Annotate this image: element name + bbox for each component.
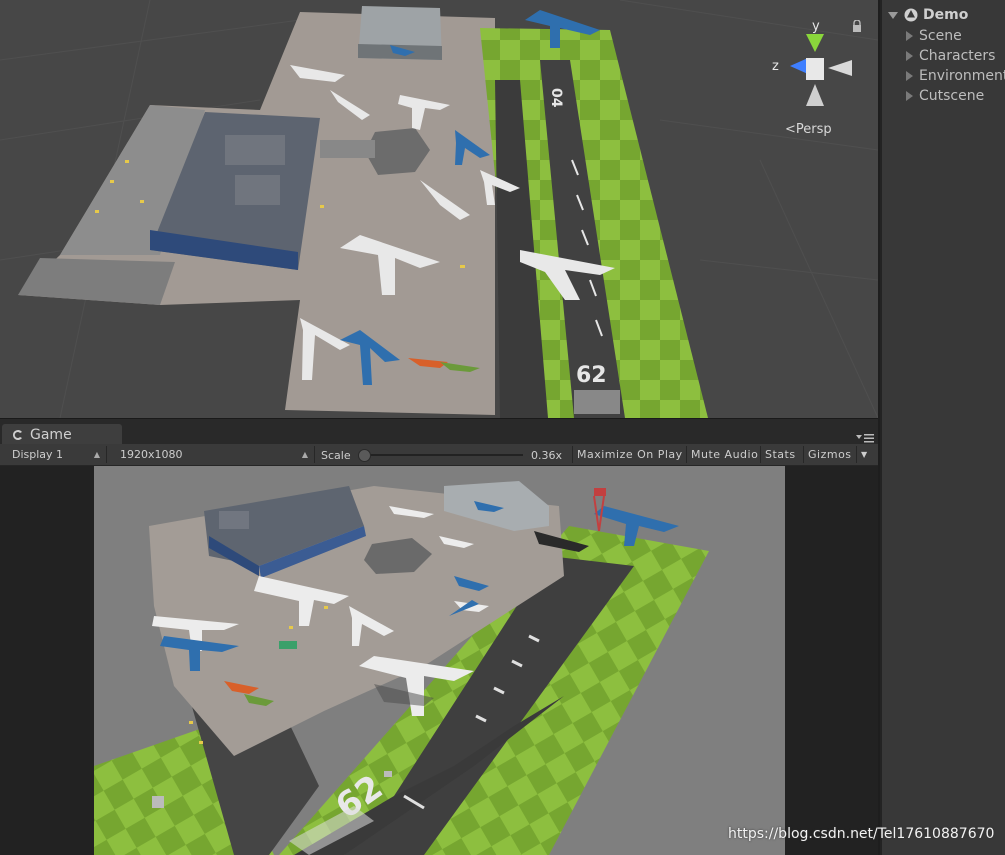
gizmos-dropdown-arrow-icon[interactable]: ▼︎: [856, 446, 872, 463]
stats-button[interactable]: Stats: [760, 446, 800, 463]
hierarchy-item-characters[interactable]: Characters: [906, 47, 995, 65]
expand-arrow-icon[interactable]: [906, 31, 913, 41]
gizmos-button[interactable]: Gizmos: [803, 446, 856, 463]
resolution-dropdown-value: 1920x1080: [120, 448, 183, 461]
hierarchy-root-label: Demo: [923, 7, 969, 23]
unity-icon: [904, 8, 918, 22]
game-toolbar: Display 1 ▲︎ 1920x1080 ▲︎ Scale 0.36x Ma…: [0, 444, 878, 466]
tab-game[interactable]: Game: [2, 424, 122, 445]
gizmos-label: Gizmos: [808, 448, 852, 461]
scale-slider-handle[interactable]: [358, 449, 371, 462]
watermark: https://blog.csdn.net/Tel17610887670: [728, 826, 995, 842]
mute-audio-button[interactable]: Mute Audio: [686, 446, 762, 463]
scene-runway-number-bottom: 62: [576, 363, 607, 388]
scale-slider-track[interactable]: [363, 454, 523, 456]
scene-runway-number-top: 04: [548, 88, 564, 108]
maximize-on-play-label: Maximize On Play: [577, 448, 683, 461]
hierarchy-item-label: Environment: [919, 68, 1005, 84]
lock-icon[interactable]: [852, 20, 862, 32]
axis-label-y: y: [812, 19, 820, 34]
display-dropdown-value: Display 1: [12, 448, 64, 461]
scene-view[interactable]: 04 62 y z <Persp: [0, 0, 878, 418]
dropdown-arrow-icon: ▲︎: [301, 450, 308, 459]
game-tabbar: Game: [0, 418, 878, 445]
hierarchy-root-demo[interactable]: Demo: [888, 6, 968, 24]
tab-game-label: Game: [30, 426, 72, 443]
display-dropdown[interactable]: Display 1 ▲︎: [6, 446, 107, 463]
axis-label-z: z: [772, 59, 779, 74]
dropdown-arrow-icon: ▲︎: [93, 450, 100, 459]
collapse-arrow-icon[interactable]: [888, 11, 898, 19]
expand-arrow-icon[interactable]: [906, 51, 913, 61]
expand-arrow-icon[interactable]: [906, 71, 913, 81]
expand-arrow-icon[interactable]: [906, 91, 913, 101]
scale-label: Scale: [321, 449, 351, 462]
stats-label: Stats: [765, 448, 796, 461]
hierarchy-item-cutscene[interactable]: Cutscene: [906, 87, 984, 105]
mute-audio-label: Mute Audio: [691, 448, 759, 461]
hierarchy-item-label: Cutscene: [919, 88, 985, 104]
hierarchy-item-label: Scene: [919, 28, 962, 44]
game-icon: [13, 429, 22, 440]
hierarchy-item-scene[interactable]: Scene: [906, 27, 962, 45]
resolution-dropdown[interactable]: 1920x1080 ▲︎: [114, 446, 315, 463]
hierarchy-item-label: Characters: [919, 48, 996, 64]
game-airport-render: 62: [94, 466, 785, 855]
projection-label: Persp: [795, 122, 832, 137]
panel-menu-icon[interactable]: [856, 432, 874, 444]
hierarchy-panel: Demo Scene Characters Environment Cutsce…: [880, 0, 1005, 855]
scale-value: 0.36x: [531, 449, 563, 462]
scene-airport-render: 04 62: [0, 0, 878, 418]
projection-toggle[interactable]: <Persp: [785, 122, 832, 137]
game-view[interactable]: 62: [94, 466, 785, 855]
maximize-on-play-button[interactable]: Maximize On Play: [572, 446, 687, 463]
hierarchy-item-environment[interactable]: Environment: [906, 67, 1005, 85]
